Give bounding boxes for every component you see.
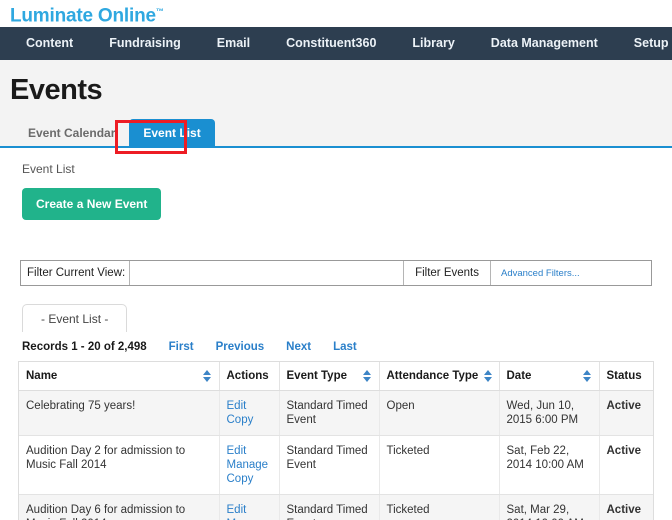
- trademark-icon: ™: [156, 7, 164, 16]
- section-subtitle: Event List: [0, 148, 672, 176]
- column-header-date[interactable]: Date: [499, 362, 599, 391]
- cell-attendance-type: Open: [379, 391, 499, 436]
- nav-item-constituent360[interactable]: Constituent360: [268, 27, 394, 60]
- brand-name: Luminate Online: [10, 5, 156, 26]
- pagination-next-link[interactable]: Next: [286, 341, 311, 353]
- action-edit-link[interactable]: Edit: [227, 399, 272, 413]
- table-row: Audition Day 6 for admission to Music Fa…: [19, 495, 654, 520]
- column-header-event-type-label: Event Type: [287, 370, 348, 382]
- cell-date: Sat, Feb 22, 2014 10:00 AM: [499, 436, 599, 495]
- column-header-event-type[interactable]: Event Type: [279, 362, 379, 391]
- cell-name: Celebrating 75 years!: [19, 391, 219, 436]
- tab-event-list[interactable]: Event List: [129, 119, 214, 146]
- action-edit-link[interactable]: Edit: [227, 503, 272, 517]
- cell-event-type: Standard Timed Event: [279, 436, 379, 495]
- inner-tab-strip: - Event List -: [22, 304, 672, 332]
- records-count-label: Records 1 - 20 of 2,498: [22, 341, 147, 353]
- event-list-table-wrapper: Name Actions Event Type: [18, 361, 654, 520]
- cell-actions: Edit Manage Copy: [219, 436, 279, 495]
- pagination-bar: Records 1 - 20 of 2,498 First Previous N…: [22, 341, 672, 353]
- cell-date: Sat, Mar 29, 2014 10:00 AM: [499, 495, 599, 520]
- filter-bar: Filter Current View: Filter Events Advan…: [20, 260, 652, 286]
- filter-current-view-label: Filter Current View:: [21, 261, 129, 285]
- table-head: Name Actions Event Type: [19, 362, 654, 391]
- cell-actions: Edit Copy: [219, 391, 279, 436]
- nav-item-setup[interactable]: Setup: [616, 27, 672, 60]
- content-panel: Event List Create a New Event Filter Cur…: [0, 148, 672, 520]
- pagination-first-link[interactable]: First: [169, 341, 194, 353]
- column-header-date-label: Date: [507, 370, 532, 382]
- column-header-name-label: Name: [26, 370, 57, 382]
- table-row: Audition Day 2 for admission to Music Fa…: [19, 436, 654, 495]
- nav-item-content[interactable]: Content: [8, 27, 91, 60]
- table-row: Celebrating 75 years! Edit Copy Standard…: [19, 391, 654, 436]
- column-header-status: Status: [599, 362, 654, 391]
- event-list-table: Name Actions Event Type: [19, 362, 654, 520]
- filter-current-view-input[interactable]: [129, 261, 404, 285]
- sort-icon-date[interactable]: [583, 370, 592, 382]
- nav-item-data-management[interactable]: Data Management: [473, 27, 616, 60]
- filter-events-button[interactable]: Filter Events: [404, 261, 491, 285]
- cell-name: Audition Day 6 for admission to Music Fa…: [19, 495, 219, 520]
- main-navigation: Content Fundraising Email Constituent360…: [0, 27, 672, 60]
- pagination-previous-link[interactable]: Previous: [216, 341, 265, 353]
- sort-icon-event-type[interactable]: [363, 370, 372, 382]
- cell-attendance-type: Ticketed: [379, 495, 499, 520]
- cell-status: Active: [599, 495, 654, 520]
- column-header-attendance-type[interactable]: Attendance Type: [379, 362, 499, 391]
- sort-icon-attendance-type[interactable]: [484, 370, 493, 382]
- nav-item-library[interactable]: Library: [394, 27, 472, 60]
- create-new-event-button[interactable]: Create a New Event: [22, 188, 161, 220]
- column-header-actions-label: Actions: [227, 370, 269, 382]
- cell-status: Active: [599, 436, 654, 495]
- column-header-status-label: Status: [607, 370, 642, 382]
- sort-icon-name[interactable]: [203, 370, 212, 382]
- action-edit-link[interactable]: Edit: [227, 444, 272, 458]
- page-title: Events: [0, 60, 672, 107]
- column-header-name[interactable]: Name: [19, 362, 219, 391]
- column-header-attendance-type-label: Attendance Type: [387, 370, 479, 382]
- cell-event-type: Standard Timed Event: [279, 495, 379, 520]
- inner-tab-event-list[interactable]: - Event List -: [22, 304, 127, 332]
- action-copy-link[interactable]: Copy: [227, 413, 272, 427]
- column-header-actions: Actions: [219, 362, 279, 391]
- brand-bar: Luminate Online™: [0, 0, 672, 27]
- nav-item-email[interactable]: Email: [199, 27, 268, 60]
- advanced-filters-link[interactable]: Advanced Filters...: [491, 261, 651, 285]
- cell-date: Wed, Jun 10, 2015 6:00 PM: [499, 391, 599, 436]
- cell-attendance-type: Ticketed: [379, 436, 499, 495]
- cell-event-type: Standard Timed Event: [279, 391, 379, 436]
- cell-actions: Edit Manage Copy: [219, 495, 279, 520]
- table-body: Celebrating 75 years! Edit Copy Standard…: [19, 391, 654, 520]
- cell-name: Audition Day 2 for admission to Music Fa…: [19, 436, 219, 495]
- cell-status: Active: [599, 391, 654, 436]
- action-manage-link[interactable]: Manage: [227, 458, 272, 472]
- page-body: Events Event Calendar Event List Event L…: [0, 60, 672, 520]
- nav-item-fundraising[interactable]: Fundraising: [91, 27, 199, 60]
- tab-strip: Event Calendar Event List: [0, 119, 672, 148]
- tab-event-calendar[interactable]: Event Calendar: [14, 119, 129, 146]
- pagination-last-link[interactable]: Last: [333, 341, 357, 353]
- action-copy-link[interactable]: Copy: [227, 472, 272, 486]
- brand-logo: Luminate Online™: [10, 2, 164, 25]
- table-header-row: Name Actions Event Type: [19, 362, 654, 391]
